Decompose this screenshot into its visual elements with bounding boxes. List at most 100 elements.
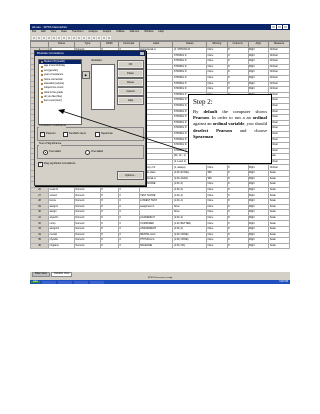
target-variables-list[interactable] [91, 64, 115, 110]
open-icon[interactable] [32, 36, 36, 40]
maximize-button[interactable] [277, 25, 282, 29]
minimize-button[interactable] [271, 25, 276, 29]
callout-bold: ordinal variable [212, 121, 245, 127]
cell-missing[interactable]: None [206, 242, 228, 250]
value-labels-icon[interactable] [107, 36, 111, 40]
window-title: att.sav - SPSS Data Editor [32, 25, 68, 29]
menu-graphs[interactable]: Graphs [103, 31, 112, 34]
table-row: 36 migraine Numeric 8 0 MIGRAINE {1.00, NO} Non… [30, 242, 290, 250]
insert-variable-icon[interactable] [87, 36, 91, 40]
dialog-title: Bivariate Correlations [37, 51, 64, 56]
cell-columns[interactable]: 8 [226, 242, 249, 250]
menu-view[interactable]: View [51, 31, 57, 34]
ruler-icon [41, 100, 43, 103]
close-button[interactable] [283, 25, 288, 29]
list-item-label: age in last birthday [44, 64, 65, 68]
print-icon[interactable] [42, 36, 46, 40]
cell-decimals[interactable]: 0 [118, 242, 140, 250]
variables-icon[interactable] [72, 36, 76, 40]
flag-significant-option[interactable]: ✓ Flag significant correlations [38, 162, 75, 167]
callout-bold: Spearman [193, 133, 214, 139]
ruler-icon [41, 91, 43, 94]
kendall-option[interactable]: Kendall's tau-b [63, 132, 86, 137]
cell-values[interactable]: {1.00, NO} [172, 242, 208, 250]
split-file-icon[interactable] [92, 36, 96, 40]
dialog-recall-icon[interactable] [47, 36, 51, 40]
ruler-icon [41, 83, 43, 86]
cell-measure[interactable]: Scale [268, 242, 290, 250]
list-item[interactable]: item-ness [item] [39, 100, 81, 104]
coefficients-label: Correlation Coefficients [39, 124, 66, 128]
dialog-close-icon[interactable] [140, 52, 144, 55]
spearman-checkbox[interactable] [95, 132, 100, 137]
list-item-label: what is the grade [44, 90, 64, 94]
ok-button[interactable]: OK [117, 60, 144, 69]
move-variable-arrow-icon[interactable]: ▶ [82, 71, 90, 79]
reset-button[interactable]: Reset [117, 78, 144, 87]
taskbar-item[interactable] [57, 280, 72, 284]
menu-data[interactable]: Data [61, 31, 66, 34]
callout-bold: deselect Pearson [193, 127, 232, 133]
ruler-icon [41, 74, 43, 77]
undo-icon[interactable] [52, 36, 56, 40]
select-cases-icon[interactable] [102, 36, 106, 40]
callout-body: By default the computer shows Pearson. I… [193, 109, 267, 140]
cell-type[interactable]: Numeric [74, 242, 101, 250]
menu-transform[interactable]: Transform [72, 31, 84, 34]
cell-name[interactable]: migraine [48, 242, 76, 250]
taskbar-item[interactable] [41, 280, 56, 284]
list-item-label: education [educa] [44, 81, 64, 85]
menu-file[interactable]: File [32, 31, 36, 34]
two-tailed-label: Two-tailed [49, 150, 61, 154]
cell-label[interactable]: MIGRAINE [138, 242, 174, 250]
pearson-option[interactable]: ✓ Pearson [40, 132, 56, 137]
instruction-callout: Step 2: By default the computer shows Pe… [188, 94, 272, 164]
flag-significant-checkbox[interactable]: ✓ [38, 162, 43, 167]
redo-icon[interactable] [57, 36, 61, 40]
pearson-checkbox[interactable]: ✓ [40, 132, 45, 137]
paste-button[interactable]: Paste [117, 69, 144, 78]
goto-chart-icon[interactable] [62, 36, 66, 40]
weight-cases-icon[interactable] [97, 36, 101, 40]
ruler-icon [41, 78, 43, 81]
ruler-icon [41, 61, 43, 64]
two-tailed-option[interactable]: Two-tailed [43, 150, 61, 155]
cell-width[interactable]: 8 [99, 242, 120, 250]
list-item-label: sex [gender] [44, 68, 58, 72]
taskbar-item[interactable] [73, 280, 88, 284]
callout-text: and choose [231, 127, 267, 133]
menu-analyze[interactable]: Analyze [88, 31, 97, 34]
taskbar-item[interactable] [89, 280, 104, 284]
one-tailed-radio[interactable] [85, 150, 90, 155]
insert-cases-icon[interactable] [82, 36, 86, 40]
source-variable-list[interactable]: Student ID [studid] age in last birthday s… [38, 59, 82, 125]
callout-text: the computer shows [217, 109, 267, 114]
callout-heading: Step 2: [193, 98, 213, 106]
save-icon[interactable] [37, 36, 41, 40]
pearson-label: Pearson [46, 132, 56, 136]
menu-edit[interactable]: Edit [41, 31, 45, 34]
ruler-icon [41, 87, 43, 90]
cell-align[interactable]: Right [247, 242, 270, 250]
list-item-label: subject line count [44, 86, 64, 90]
menu-window[interactable]: Window [144, 31, 153, 34]
options-button[interactable]: Options... [117, 171, 144, 180]
one-tailed-option[interactable]: One-tailed [85, 150, 103, 155]
menu-help[interactable]: Help [158, 31, 163, 34]
significance-label: Test of Significance [39, 142, 62, 146]
kendall-checkbox[interactable] [63, 132, 68, 137]
start-button[interactable]: start [31, 280, 40, 284]
callout-bold: Pearson [193, 115, 209, 121]
menu-utilities[interactable]: Utilities [116, 31, 124, 34]
help-button[interactable]: Help [117, 96, 144, 105]
callout-bold: default [203, 109, 218, 114]
row-number: 36 [30, 242, 50, 250]
cancel-button[interactable]: Cancel [117, 87, 144, 96]
spearman-option[interactable]: Spearman [95, 132, 113, 137]
two-tailed-radio[interactable] [43, 150, 48, 155]
list-item-label: Student ID [studid] [44, 59, 65, 63]
find-icon[interactable] [77, 36, 81, 40]
goto-case-icon[interactable] [67, 36, 71, 40]
callout-bold: ordinal [252, 115, 267, 121]
menu-addons[interactable]: Add-ons [130, 31, 140, 34]
